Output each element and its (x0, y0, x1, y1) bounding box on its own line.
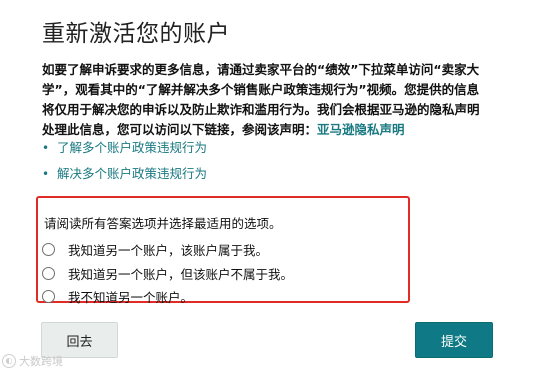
question-prompt: 请阅读所有答案选项并选择最适用的选项。 (44, 216, 282, 231)
option-account-belongs-to-me[interactable]: 我知道另一个账户，该账户属于我。 (42, 240, 268, 259)
watermark-logo-icon: ◐ (2, 354, 16, 368)
submit-button[interactable]: 提交 (415, 322, 493, 358)
radio-button[interactable] (42, 243, 55, 256)
watermark-text: 大数跨境 (19, 355, 63, 368)
resolve-violations-link[interactable]: 解决多个账户政策违规行为 (57, 166, 207, 182)
radio-button[interactable] (42, 290, 55, 303)
page-title: 重新激活您的账户 (42, 21, 230, 47)
option-label: 我知道另一个账户，但该账户不属于我。 (68, 267, 294, 282)
option-account-not-mine[interactable]: 我知道另一个账户，但该账户不属于我。 (42, 264, 293, 283)
help-links-list: • 了解多个账户政策违规行为 • 解决多个账户政策违规行为 (42, 140, 207, 192)
watermark: ◐ 大数跨境 (2, 353, 63, 369)
option-no-other-account[interactable]: 我不知道另一个账户。 (42, 287, 193, 306)
option-label: 我知道另一个账户，该账户属于我。 (68, 243, 269, 258)
learn-violations-link[interactable]: 了解多个账户政策违规行为 (57, 140, 207, 156)
intro-paragraph: 如要了解申诉要求的更多信息，请通过卖家平台的“绩效”下拉菜单访问“卖家大学”，观… (42, 60, 490, 140)
help-link-item: • 了解多个账户政策违规行为 (42, 140, 207, 166)
radio-button[interactable] (42, 267, 55, 280)
bullet-icon: • (42, 167, 50, 181)
question-highlight-box: 请阅读所有答案选项并选择最适用的选项。 我知道另一个账户，该账户属于我。 我知道… (36, 196, 410, 306)
bullet-icon: • (42, 141, 50, 155)
intro-text: 如要了解申诉要求的更多信息，请通过卖家平台的“绩效”下拉菜单访问“卖家大学”，观… (42, 62, 480, 137)
option-label: 我不知道另一个账户。 (68, 290, 194, 305)
privacy-notice-link[interactable]: 亚马逊隐私声明 (317, 122, 405, 137)
help-link-item: • 解决多个账户政策违规行为 (42, 166, 207, 192)
